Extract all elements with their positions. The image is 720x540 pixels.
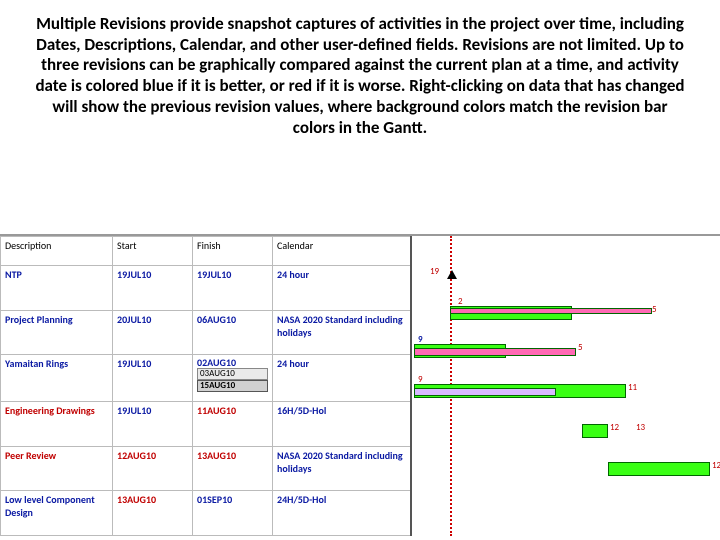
finish-current: 02AUG10 [197, 357, 268, 368]
gantt-bar-rev[interactable] [450, 308, 652, 314]
cell-desc[interactable]: Engineering Drawings [1, 402, 113, 447]
col-calendar[interactable]: Calendar [273, 237, 411, 266]
gantt-label: 9 [418, 374, 423, 385]
col-start[interactable]: Start [113, 237, 193, 266]
gantt-bar-rev[interactable] [414, 348, 576, 356]
cell-start[interactable]: 19JUL10 [113, 402, 193, 447]
cell-desc[interactable]: NTP [1, 266, 113, 311]
cell-cal[interactable]: NASA 2020 Standard including holidays [273, 446, 411, 491]
gantt-label: 5 [652, 304, 657, 315]
gantt-label: 19 [430, 266, 439, 277]
cell-cal[interactable]: 24H/5D-Hol [273, 491, 411, 536]
cell-start[interactable]: 19JUL10 [113, 355, 193, 402]
cell-finish[interactable]: 11AUG10 [193, 402, 273, 447]
cell-cal[interactable]: NASA 2020 Standard including holidays [273, 310, 411, 355]
finish-rev2: 15AUG10 [197, 380, 268, 392]
gantt-label: 12 [610, 422, 619, 433]
cell-start[interactable]: 19JUL10 [113, 266, 193, 311]
table-header-row: Description Start Finish Calendar [1, 237, 411, 266]
table-row[interactable]: Low level Component Design 13AUG10 01SEP… [1, 491, 411, 536]
cell-finish[interactable]: 19JUL10 [193, 266, 273, 311]
gantt-label: 13 [636, 422, 645, 433]
cell-desc[interactable]: Low level Component Design [1, 491, 113, 536]
revision-grid: Description Start Finish Calendar NTP 19… [0, 234, 720, 536]
gantt-bar[interactable] [608, 462, 710, 476]
gantt-label: 9 [418, 334, 423, 345]
gantt-label: 2 [458, 296, 463, 307]
table-row[interactable]: Project Planning 20JUL10 06AUG10 NASA 20… [1, 310, 411, 355]
cell-finish[interactable]: 02AUG10 03AUG10 15AUG10 [193, 355, 273, 402]
cell-start[interactable]: 12AUG10 [113, 446, 193, 491]
col-finish[interactable]: Finish [193, 237, 273, 266]
cell-desc[interactable]: Project Planning [1, 310, 113, 355]
description-text: Multiple Revisions provide snapshot capt… [0, 0, 720, 144]
cell-cal[interactable]: 24 hour [273, 266, 411, 311]
cell-finish[interactable]: 13AUG10 [193, 446, 273, 491]
table-row[interactable]: Engineering Drawings 19JUL10 11AUG10 16H… [1, 402, 411, 447]
table-row[interactable]: Yamaitan Rings 19JUL10 02AUG10 03AUG10 1… [1, 355, 411, 402]
cell-cal[interactable]: 24 hour [273, 355, 411, 402]
cell-start[interactable]: 20JUL10 [113, 310, 193, 355]
cell-start[interactable]: 13AUG10 [113, 491, 193, 536]
gantt-label: 12 [712, 460, 720, 471]
gantt-bar[interactable] [582, 424, 608, 438]
gantt-label: 5 [578, 342, 583, 353]
gantt-bar-rev[interactable] [414, 388, 556, 396]
col-description[interactable]: Description [1, 237, 113, 266]
cell-desc[interactable]: Yamaitan Rings [1, 355, 113, 402]
table-row[interactable]: NTP 19JUL10 19JUL10 24 hour [1, 266, 411, 311]
cell-cal[interactable]: 16H/5D-Hol [273, 402, 411, 447]
cell-finish[interactable]: 01SEP10 [193, 491, 273, 536]
cell-finish[interactable]: 06AUG10 [193, 310, 273, 355]
gantt-chart[interactable]: 19 2 5 9 5 9 11 12 13 12 [410, 236, 720, 536]
gantt-label: 11 [628, 382, 637, 393]
finish-rev1: 03AUG10 [197, 368, 268, 380]
activity-table[interactable]: Description Start Finish Calendar NTP 19… [0, 236, 411, 536]
cell-desc[interactable]: Peer Review [1, 446, 113, 491]
milestone-icon[interactable] [447, 270, 457, 279]
table-row[interactable]: Peer Review 12AUG10 13AUG10 NASA 2020 St… [1, 446, 411, 491]
